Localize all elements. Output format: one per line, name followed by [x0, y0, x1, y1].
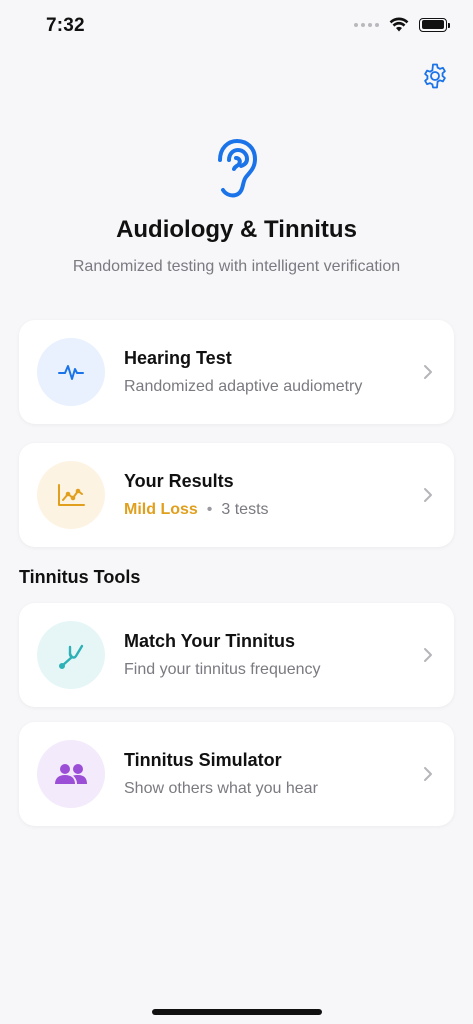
match-tinnitus-title: Match Your Tinnitus: [124, 631, 296, 651]
tinnitus-simulator-title: Tinnitus Simulator: [124, 750, 282, 770]
chevron-right-icon: [418, 766, 438, 782]
status-indicators: [354, 17, 450, 32]
tuning-fork-icon: [58, 644, 84, 670]
app-subtitle: Randomized testing with intelligent veri…: [72, 258, 401, 275]
status-time: 7:32: [46, 15, 85, 36]
results-summary: Mild Loss • 3 tests: [124, 501, 418, 519]
chart-line-icon: [58, 484, 85, 506]
wifi-icon: [389, 17, 409, 32]
hearing-test-title: Hearing Test: [124, 348, 232, 368]
waveform-icon: [58, 365, 84, 380]
home-indicator[interactable]: [152, 1009, 322, 1015]
tinnitus-simulator-card[interactable]: Tinnitus Simulator Show others what you …: [19, 722, 454, 826]
hero: Audiology & Tinnitus Randomized testing …: [0, 138, 473, 276]
match-tinnitus-icon-circle: [37, 621, 105, 689]
tinnitus-simulator-subtitle: Show others what you hear: [124, 780, 318, 797]
tinnitus-simulator-icon-circle: [37, 740, 105, 808]
gear-icon: [424, 63, 446, 89]
match-tinnitus-card[interactable]: Match Your Tinnitus Find your tinnitus f…: [19, 603, 454, 707]
status-bar: 7:32: [0, 0, 473, 52]
results-count: 3 tests: [221, 501, 269, 518]
section-title-tinnitus-tools: Tinnitus Tools: [19, 567, 141, 587]
results-status: Mild Loss: [124, 501, 198, 518]
settings-button[interactable]: [419, 60, 451, 92]
signal-dots-icon: [354, 22, 379, 27]
app-title: Audiology & Tinnitus: [116, 216, 357, 243]
match-tinnitus-subtitle: Find your tinnitus frequency: [124, 661, 321, 678]
results-title: Your Results: [124, 471, 234, 491]
hearing-test-icon-circle: [37, 338, 105, 406]
results-separator: •: [206, 501, 213, 518]
hearing-test-card[interactable]: Hearing Test Randomized adaptive audiome…: [19, 320, 454, 424]
chevron-right-icon: [418, 487, 438, 503]
chevron-right-icon: [418, 647, 438, 663]
ear-icon: [217, 139, 257, 198]
hearing-test-subtitle: Randomized adaptive audiometry: [124, 378, 363, 395]
results-card[interactable]: Your Results Mild Loss • 3 tests: [19, 443, 454, 547]
chevron-right-icon: [418, 364, 438, 380]
people-icon: [55, 764, 87, 784]
results-icon-circle: [37, 461, 105, 529]
battery-icon: [419, 17, 450, 32]
